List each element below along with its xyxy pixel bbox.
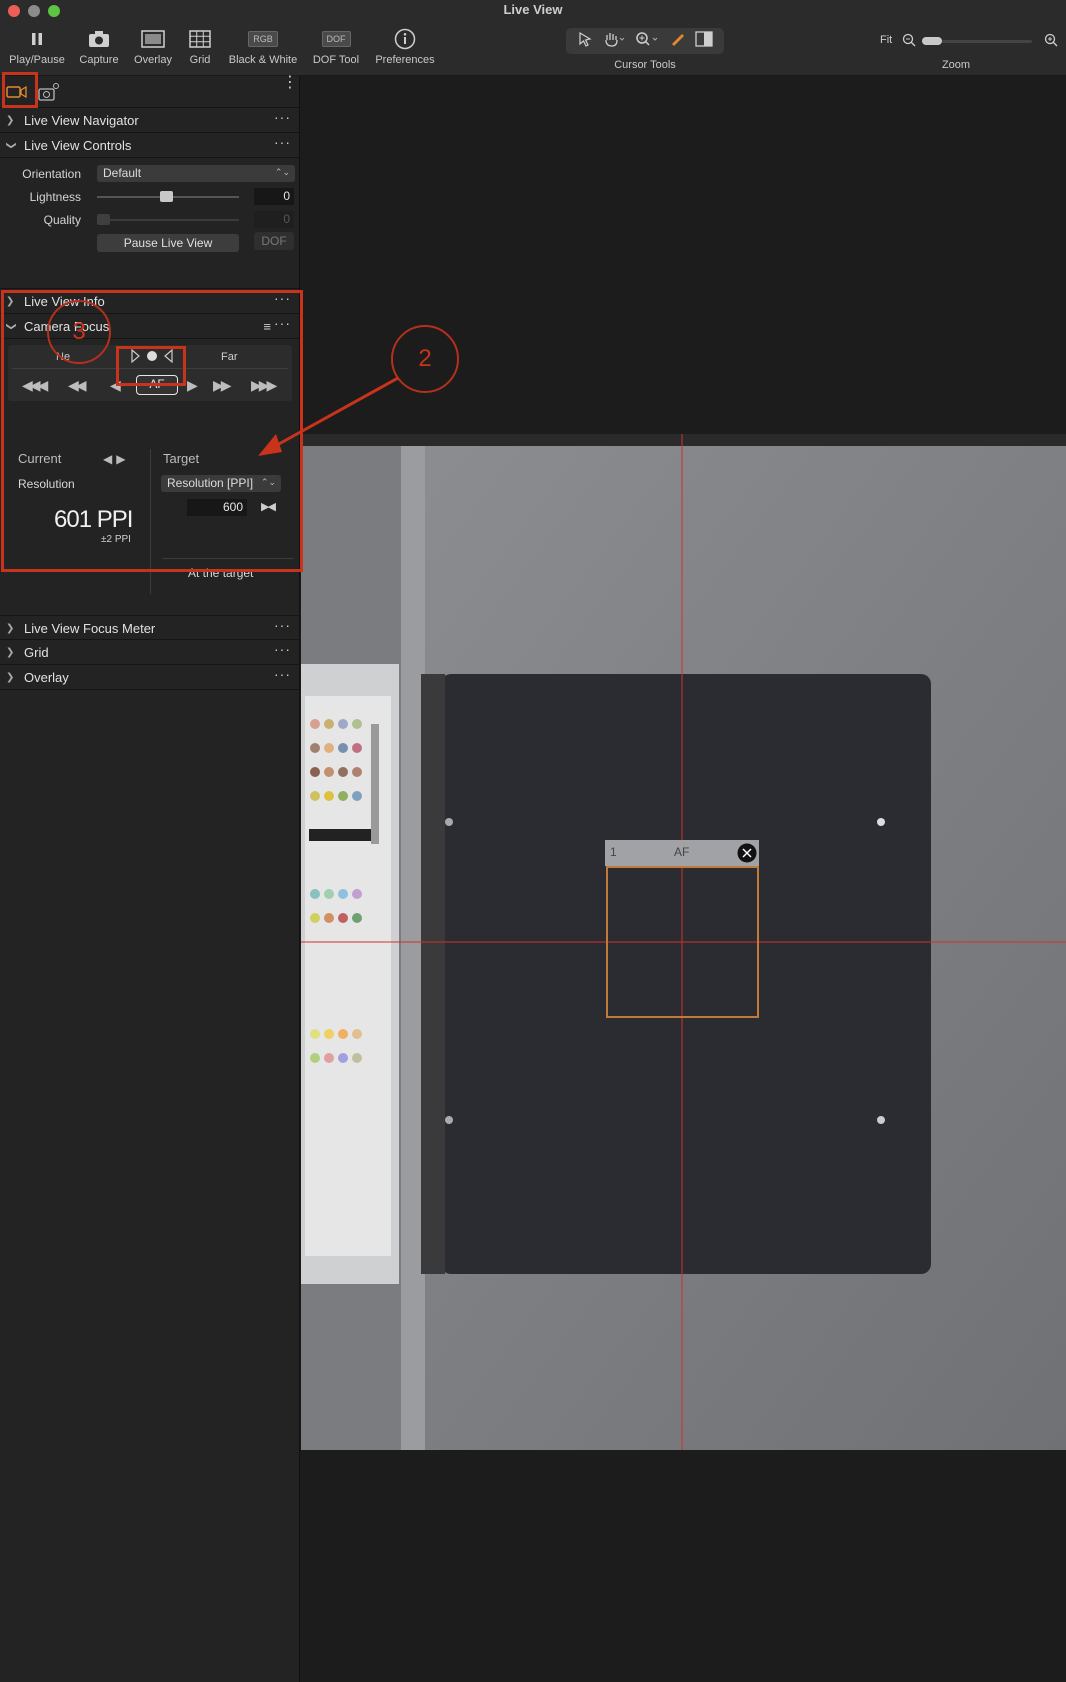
section-more-icon[interactable]: ··· [274, 613, 291, 638]
overlay-icon [130, 26, 176, 52]
chevron-right-icon: ❯ [6, 647, 15, 658]
live-view-controls-body: Orientation Default ⌃⌄ Lightness 0 Quali… [0, 158, 299, 289]
quality-slider-knob[interactable] [97, 214, 110, 225]
dof-button[interactable]: DOF [254, 232, 294, 250]
quality-slider[interactable] [97, 219, 239, 221]
section-live-view-focus-meter[interactable]: ❯ Live View Focus Meter ··· [0, 615, 299, 640]
orientation-select[interactable]: Default ⌃⌄ [97, 165, 295, 182]
close-window-button[interactable] [8, 5, 20, 17]
quality-row: Quality 0 [0, 208, 299, 231]
zoom-label: Zoom [941, 59, 971, 71]
zoom-fit-label[interactable]: Fit [880, 34, 892, 46]
zoom-control: Fit [876, 32, 1058, 52]
main-toolbar: Play/Pause Capture Overlay Grid RGB Blac… [0, 22, 1066, 76]
rgb-icon: RGB [224, 26, 302, 52]
section-grid[interactable]: ❯ Grid ··· [0, 640, 299, 665]
overlay-button[interactable]: Overlay [130, 26, 176, 66]
camera-tab-icon[interactable] [38, 82, 60, 107]
section-more-icon[interactable]: ··· [274, 637, 291, 662]
capture-button[interactable]: Capture [74, 26, 124, 66]
updown-chevron-icon: ⌃⌄ [274, 167, 290, 177]
chevron-right-icon: ❯ [6, 115, 15, 126]
cursor-tools-label: Cursor Tools [614, 59, 676, 71]
live-view-canvas[interactable]: 1 AF [301, 434, 1066, 1450]
play-pause-button[interactable]: Play/Pause [6, 26, 68, 66]
annotation-af-button-highlight [116, 346, 186, 386]
pause-live-view-button[interactable]: Pause Live View [97, 234, 239, 252]
focus-picker-icon[interactable] [669, 31, 685, 52]
af-box-header[interactable]: 1 AF [605, 840, 759, 866]
zoom-slider-knob[interactable] [922, 37, 942, 45]
sidebar-tabs: ⋮ [0, 75, 299, 108]
section-live-view-navigator[interactable]: ❯ Live View Navigator ··· [0, 108, 299, 133]
pause-icon [6, 26, 68, 52]
orientation-row: Orientation Default ⌃⌄ [0, 162, 299, 185]
window-title: Live View [503, 2, 563, 17]
zoom-in-icon[interactable] [1044, 33, 1058, 52]
dof-icon: DOF [310, 26, 362, 52]
zoom-window-button[interactable] [48, 5, 60, 17]
select-cursor-icon[interactable] [577, 31, 593, 52]
af-focus-box[interactable] [606, 866, 759, 1018]
zoom-out-icon[interactable] [902, 33, 916, 52]
zoom-slider[interactable] [922, 37, 1032, 45]
zoom-cursor-icon[interactable] [635, 31, 659, 52]
af-box-close-icon[interactable] [737, 843, 757, 868]
section-live-view-controls[interactable]: ❯ Live View Controls ··· [0, 133, 299, 158]
grid-icon [183, 26, 217, 52]
annotation-live-view-tab-highlight [2, 72, 38, 108]
chevron-down-icon: ❯ [5, 141, 17, 150]
dof-tool-button[interactable]: DOF DOF Tool [310, 26, 362, 66]
section-more-icon[interactable]: ··· [274, 130, 291, 155]
title-bar: Live View [0, 0, 1066, 22]
camera-icon [74, 26, 124, 52]
annotation-step-3: 3 [47, 300, 111, 364]
section-more-icon[interactable]: ··· [274, 662, 291, 687]
minimize-window-button[interactable] [28, 5, 40, 17]
quality-value[interactable]: 0 [254, 211, 294, 228]
pan-hand-icon[interactable] [603, 31, 625, 52]
black-white-button[interactable]: RGB Black & White [224, 26, 302, 66]
lightness-row: Lightness 0 [0, 185, 299, 208]
lightness-value[interactable]: 0 [254, 188, 294, 205]
sidebar-menu-icon[interactable]: ⋮ [282, 75, 298, 91]
af-box-number: 1 [610, 845, 617, 859]
grid-button[interactable]: Grid [183, 26, 217, 66]
annotation-step-2: 2 [391, 325, 459, 393]
section-overlay[interactable]: ❯ Overlay ··· [0, 665, 299, 690]
chevron-right-icon: ❯ [6, 623, 15, 634]
section-more-icon[interactable]: ··· [274, 105, 291, 130]
lightness-slider-knob[interactable] [160, 191, 173, 202]
compare-view-icon[interactable] [695, 30, 713, 52]
cursor-tools-group [566, 28, 724, 54]
preferences-button[interactable]: Preferences [372, 26, 438, 66]
af-box-label: AF [674, 845, 690, 859]
info-icon [372, 26, 438, 52]
chevron-right-icon: ❯ [6, 672, 15, 683]
